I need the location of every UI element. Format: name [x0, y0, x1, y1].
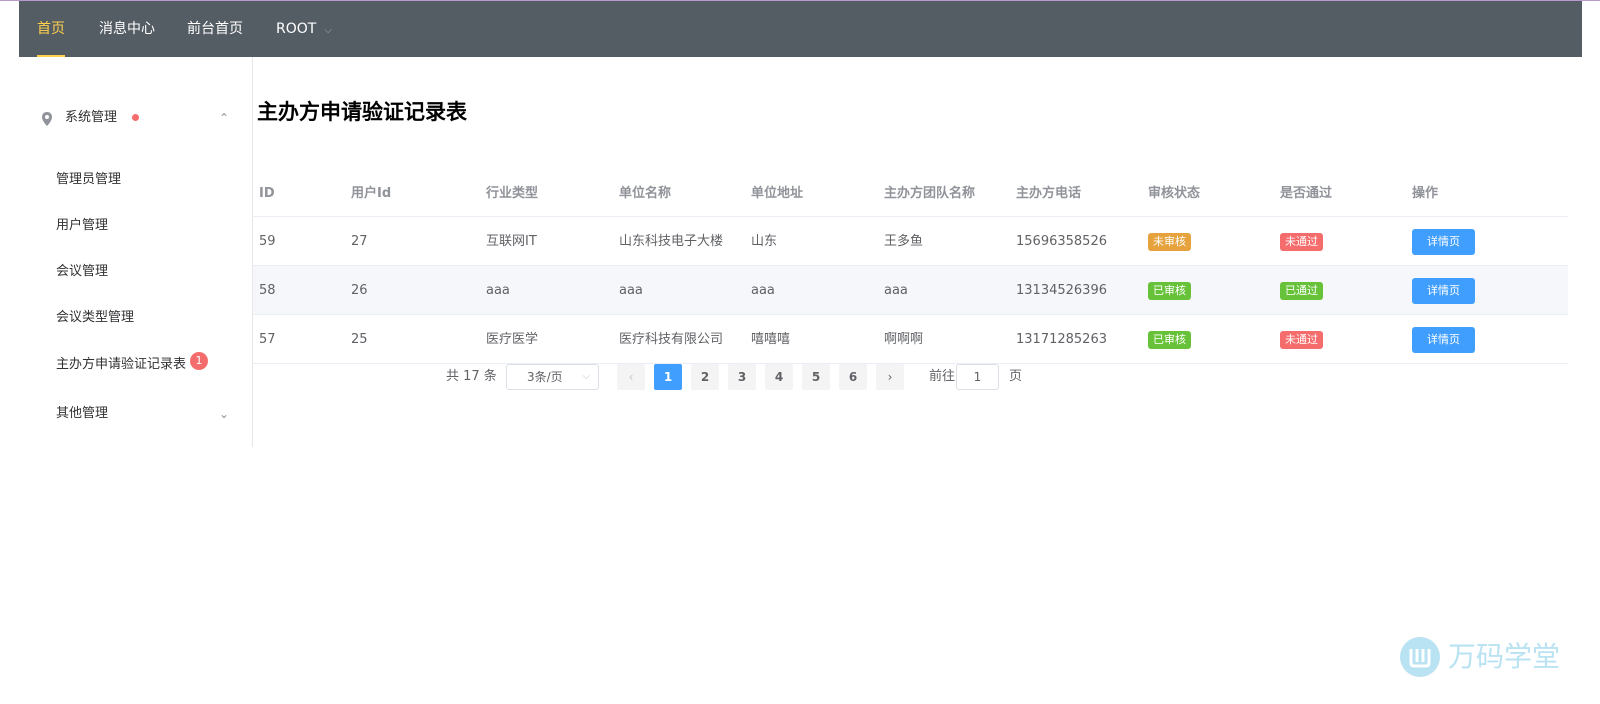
sidebar-item-user-management[interactable]: 用户管理	[19, 203, 252, 249]
cell-phone: 13134526396	[1016, 283, 1107, 298]
sidebar-item-meeting-type-management[interactable]: 会议类型管理	[19, 295, 252, 341]
records-table: ID 用户Id 行业类型 单位名称 单位地址 主办方团队名称 主办方电话 审核状…	[253, 170, 1568, 364]
sidebar: 系统管理 ⌃ 管理员管理 用户管理 会议管理 会议类型管理 主办方申请验证记录表…	[19, 57, 253, 447]
prev-page-button[interactable]: ‹	[617, 364, 645, 390]
page-button-4[interactable]: 4	[765, 364, 793, 390]
watermark-text: 万码学堂	[1448, 640, 1561, 673]
details-button[interactable]: 详情页	[1412, 326, 1475, 353]
page-button-1[interactable]: 1	[654, 364, 682, 390]
submenu-system-management[interactable]: 系统管理 ⌃	[19, 90, 252, 146]
page-button-3[interactable]: 3	[728, 364, 756, 390]
cell-industry: 医疗医学	[486, 332, 539, 347]
details-button[interactable]: 详情页	[1412, 277, 1475, 304]
cell-id: 58	[259, 283, 276, 298]
column-header-actions: 操作	[1412, 186, 1439, 201]
cell-id: 59	[259, 234, 276, 249]
nav-item-root[interactable]: ROOT ⌵	[276, 1, 332, 57]
details-button[interactable]: 详情页	[1412, 228, 1475, 255]
cell-actions: 详情页	[1412, 266, 1475, 315]
sidebar-item-other-management[interactable]: 其他管理 ⌄	[19, 391, 252, 437]
next-page-button[interactable]: ›	[876, 364, 904, 390]
submenu-label: 系统管理	[65, 110, 118, 125]
status-badge: 未通过	[1280, 232, 1323, 251]
cell-address: 山东	[751, 234, 778, 249]
column-header-passed: 是否通过	[1280, 186, 1333, 201]
column-header-industry: 行业类型	[486, 186, 539, 201]
cell-passed: 已通过	[1280, 266, 1323, 315]
status-badge: 未通过	[1280, 330, 1323, 349]
notification-dot	[132, 114, 139, 121]
sidebar-item-label: 主办方申请验证记录表	[56, 357, 187, 372]
table-row: 59 27 互联网IT 山东科技电子大楼 山东 王多鱼 15696358526 …	[253, 217, 1568, 266]
cell-review-status: 已审核	[1148, 266, 1191, 315]
goto-page-input[interactable]	[956, 364, 999, 390]
status-badge: 已审核	[1148, 281, 1191, 300]
nav-item-messages[interactable]: 消息中心	[99, 1, 155, 57]
top-navbar: 首页 消息中心 前台首页 ROOT ⌵	[19, 1, 1582, 57]
cell-phone: 15696358526	[1016, 234, 1107, 249]
column-header-review-status: 审核状态	[1148, 186, 1201, 201]
column-header-user-id: 用户Id	[351, 186, 392, 201]
page-unit-label: 页	[1009, 369, 1023, 384]
column-header-unit-name: 单位名称	[619, 186, 672, 201]
cell-review-status: 已审核	[1148, 315, 1191, 364]
cell-unit-name: aaa	[619, 283, 643, 298]
cell-team-name: aaa	[884, 283, 908, 298]
cell-unit-name: 医疗科技有限公司	[619, 332, 724, 347]
cell-user-id: 25	[351, 332, 368, 347]
chevron-down-icon: ⌵	[582, 371, 590, 382]
cell-passed: 未通过	[1280, 315, 1323, 364]
cell-user-id: 26	[351, 283, 368, 298]
sidebar-item-organizer-verification[interactable]: 主办方申请验证记录表 1	[19, 342, 252, 388]
status-badge: 已通过	[1280, 281, 1323, 300]
table-row: 57 25 医疗医学 医疗科技有限公司 嘻嘻嘻 啊啊啊 13171285263 …	[253, 315, 1568, 364]
status-badge: 已审核	[1148, 330, 1191, 349]
chevron-up-icon: ⌃	[219, 111, 230, 125]
cell-unit-name: 山东科技电子大楼	[619, 234, 724, 249]
cell-phone: 13171285263	[1016, 332, 1107, 347]
sidebar-item-label: 其他管理	[56, 406, 109, 421]
chevron-down-icon: ⌄	[219, 407, 230, 421]
cell-actions: 详情页	[1412, 315, 1475, 364]
cell-passed: 未通过	[1280, 217, 1323, 266]
nav-item-root-label: ROOT	[276, 21, 317, 37]
sidebar-item-admin-management[interactable]: 管理员管理	[19, 157, 252, 203]
cell-address: aaa	[751, 283, 775, 298]
page-button-6[interactable]: 6	[839, 364, 867, 390]
page-button-5[interactable]: 5	[802, 364, 830, 390]
page-size-value: 3条/页	[527, 370, 563, 384]
table-header: ID 用户Id 行业类型 单位名称 单位地址 主办方团队名称 主办方电话 审核状…	[253, 170, 1568, 217]
cell-review-status: 未审核	[1148, 217, 1191, 266]
cell-industry: aaa	[486, 283, 510, 298]
cell-team-name: 啊啊啊	[884, 332, 924, 347]
table-row: 58 26 aaa aaa aaa aaa 13134526396 已审核 已通…	[253, 266, 1568, 315]
goto-label: 前往	[929, 369, 956, 384]
sidebar-item-meeting-management[interactable]: 会议管理	[19, 249, 252, 295]
column-header-team-name: 主办方团队名称	[884, 186, 976, 201]
pagination: 共 17 条 3条/页 ⌵ ‹ 1 2 3 4 5 6 › 前往 页	[253, 362, 1253, 392]
status-badge: 未审核	[1148, 232, 1191, 251]
pagination-total: 共 17 条	[446, 369, 497, 384]
cell-id: 57	[259, 332, 276, 347]
column-header-address: 单位地址	[751, 186, 804, 201]
page-size-select[interactable]: 3条/页 ⌵	[506, 364, 599, 390]
cell-address: 嘻嘻嘻	[751, 332, 791, 347]
cell-industry: 互联网IT	[486, 234, 537, 249]
chevron-down-icon: ⌵	[324, 25, 332, 36]
page-title: 主办方申请验证记录表	[257, 100, 467, 124]
cell-actions: 详情页	[1412, 217, 1475, 266]
nav-item-frontend-home[interactable]: 前台首页	[187, 1, 243, 57]
cell-team-name: 王多鱼	[884, 234, 924, 249]
nav-item-home[interactable]: 首页	[37, 1, 65, 57]
watermark-logo-icon	[1400, 637, 1440, 677]
column-header-id: ID	[259, 186, 275, 201]
cell-user-id: 27	[351, 234, 368, 249]
count-badge: 1	[190, 352, 209, 370]
column-header-phone: 主办方电话	[1016, 186, 1082, 201]
page-button-2[interactable]: 2	[691, 364, 719, 390]
